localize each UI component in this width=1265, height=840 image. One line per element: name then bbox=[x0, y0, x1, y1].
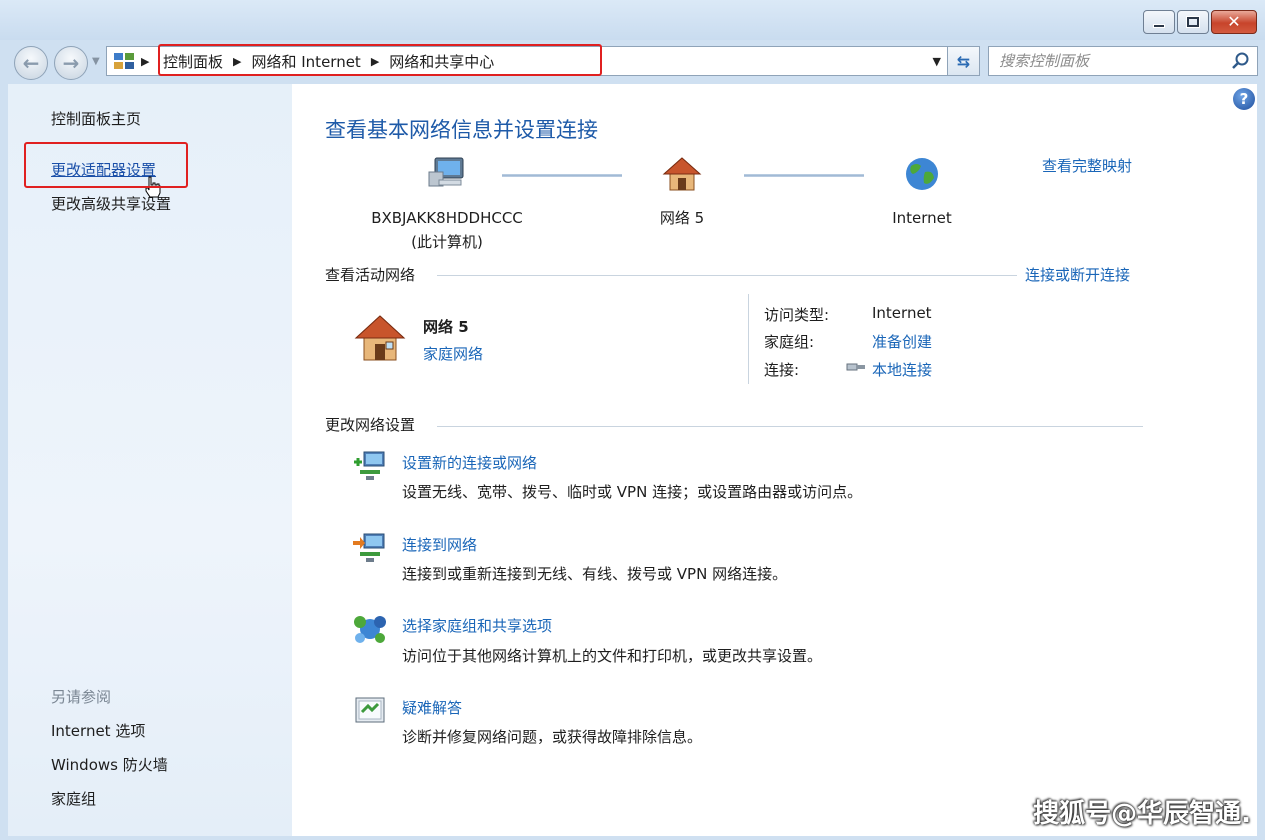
globe-icon bbox=[906, 158, 938, 190]
refresh-icon: ⇆ bbox=[956, 51, 971, 71]
home-network-icon bbox=[662, 157, 702, 191]
homegroup-sharing-options-link[interactable]: 选择家庭组和共享选项 bbox=[402, 615, 552, 636]
view-full-map-link[interactable]: 查看完整映射 bbox=[1042, 155, 1132, 176]
local-connection-link[interactable]: 本地连接 bbox=[872, 359, 932, 380]
breadcrumb-separator-icon: ▶ bbox=[141, 55, 150, 68]
search-icon[interactable] bbox=[1231, 51, 1251, 71]
help-icon[interactable]: ? bbox=[1233, 88, 1255, 110]
network-type-link[interactable]: 家庭网络 bbox=[423, 343, 483, 364]
homegroup-link[interactable]: 家庭组 bbox=[51, 788, 96, 809]
task-description: 连接到或重新连接到无线、有线、拨号或 VPN 网络连接。 bbox=[402, 565, 788, 583]
left-pane: 控制面板主页 更改适配器设置 更改高级共享设置 另请参阅 Internet 选项… bbox=[8, 84, 292, 836]
main-pane: ? 查看基本网络信息并设置连接 查看完整映射 BXBJAKK8HDDHCCC (… bbox=[292, 84, 1257, 836]
navigation-bar: ← → ▼ ▶ 控制面板 ▶ 网络和 Internet ▶ 网络和共享中心 ▼ … bbox=[0, 40, 1265, 84]
title-bar: ✕ bbox=[0, 0, 1265, 40]
minimize-icon bbox=[1153, 24, 1165, 28]
control-panel-icon bbox=[114, 53, 134, 69]
forward-button[interactable]: → bbox=[54, 46, 88, 80]
change-adapter-settings-link[interactable]: 更改适配器设置 bbox=[51, 159, 156, 180]
connection-label: 连接: bbox=[764, 361, 800, 379]
back-button[interactable]: ← bbox=[14, 46, 48, 80]
windows-firewall-link[interactable]: Windows 防火墙 bbox=[51, 754, 168, 775]
ethernet-cable-icon bbox=[846, 363, 865, 371]
search-box bbox=[988, 46, 1258, 76]
task-description: 诊断并修复网络问题，或获得故障排除信息。 bbox=[402, 728, 703, 746]
minimize-button[interactable] bbox=[1143, 10, 1175, 34]
control-panel-home-link[interactable]: 控制面板主页 bbox=[51, 108, 141, 129]
home-network-icon bbox=[354, 315, 406, 361]
arrow-right-icon: → bbox=[62, 51, 80, 75]
window-controls: ✕ bbox=[1141, 10, 1257, 34]
active-networks-heading: 查看活动网络 bbox=[325, 266, 416, 284]
internet-label: Internet bbox=[892, 209, 952, 227]
recent-pages-dropdown-icon[interactable]: ▼ bbox=[92, 56, 100, 67]
section-divider bbox=[437, 275, 1017, 276]
troubleshoot-icon bbox=[355, 697, 385, 723]
breadcrumb-item[interactable]: 网络和共享中心 bbox=[385, 51, 498, 72]
task-description: 访问位于其他网络计算机上的文件和打印机，或更改共享设置。 bbox=[402, 647, 823, 665]
breadcrumb: 控制面板 ▶ 网络和 Internet ▶ 网络和共享中心 bbox=[159, 47, 498, 75]
task-description: 设置无线、宽带、拨号、临时或 VPN 连接；或设置路由器或访问点。 bbox=[402, 483, 863, 501]
access-type-value: Internet bbox=[872, 304, 932, 322]
close-icon: ✕ bbox=[1227, 12, 1241, 31]
network-node: 网络 5 bbox=[632, 156, 732, 230]
active-network-name: 网络 5 bbox=[423, 318, 469, 336]
address-bar[interactable]: ▶ 控制面板 ▶ 网络和 Internet ▶ 网络和共享中心 ▼ bbox=[106, 46, 948, 76]
computer-name: BXBJAKK8HDDHCCC bbox=[371, 209, 523, 227]
refresh-button[interactable]: ⇆ bbox=[948, 46, 980, 76]
this-computer-node: BXBJAKK8HDDHCCC (此计算机) bbox=[352, 156, 542, 254]
page-title: 查看基本网络信息并设置连接 bbox=[325, 118, 598, 142]
access-type-label: 访问类型: bbox=[764, 306, 830, 324]
breadcrumb-separator-icon[interactable]: ▶ bbox=[227, 55, 247, 68]
change-settings-heading: 更改网络设置 bbox=[325, 416, 416, 434]
breadcrumb-item[interactable]: 网络和 Internet bbox=[247, 51, 364, 72]
maximize-button[interactable] bbox=[1177, 10, 1209, 34]
breadcrumb-separator-icon[interactable]: ▶ bbox=[365, 55, 385, 68]
watermark: 搜狐号@华辰智通. bbox=[1033, 799, 1251, 829]
connect-to-network-icon bbox=[353, 533, 385, 562]
troubleshoot-link[interactable]: 疑难解答 bbox=[402, 697, 462, 718]
maximize-icon bbox=[1186, 16, 1200, 28]
vertical-divider bbox=[748, 294, 749, 384]
setup-new-connection-link[interactable]: 设置新的连接或网络 bbox=[402, 452, 537, 473]
computer-icon bbox=[428, 157, 464, 187]
search-input[interactable] bbox=[989, 47, 1219, 75]
map-connector bbox=[502, 174, 622, 177]
computer-sub-label: (此计算机) bbox=[411, 233, 483, 251]
internet-node: Internet bbox=[872, 156, 972, 230]
arrow-left-icon: ← bbox=[22, 51, 40, 75]
breadcrumb-item[interactable]: 控制面板 bbox=[159, 51, 227, 72]
hand-cursor-icon bbox=[145, 176, 161, 198]
see-also-heading: 另请参阅 bbox=[51, 688, 112, 706]
network-name: 网络 5 bbox=[659, 209, 705, 227]
connect-to-network-link[interactable]: 连接到网络 bbox=[402, 534, 477, 555]
close-button[interactable]: ✕ bbox=[1211, 10, 1257, 34]
internet-options-link[interactable]: Internet 选项 bbox=[51, 720, 145, 741]
section-divider bbox=[437, 426, 1143, 427]
homegroup-label: 家庭组: bbox=[764, 333, 815, 351]
address-history-dropdown-icon[interactable]: ▼ bbox=[933, 55, 941, 68]
homegroup-value-link[interactable]: 准备创建 bbox=[872, 331, 932, 352]
map-connector bbox=[744, 174, 864, 177]
homegroup-sharing-icon bbox=[354, 616, 386, 643]
connect-disconnect-link[interactable]: 连接或断开连接 bbox=[1025, 264, 1130, 285]
new-connection-icon bbox=[354, 451, 385, 480]
